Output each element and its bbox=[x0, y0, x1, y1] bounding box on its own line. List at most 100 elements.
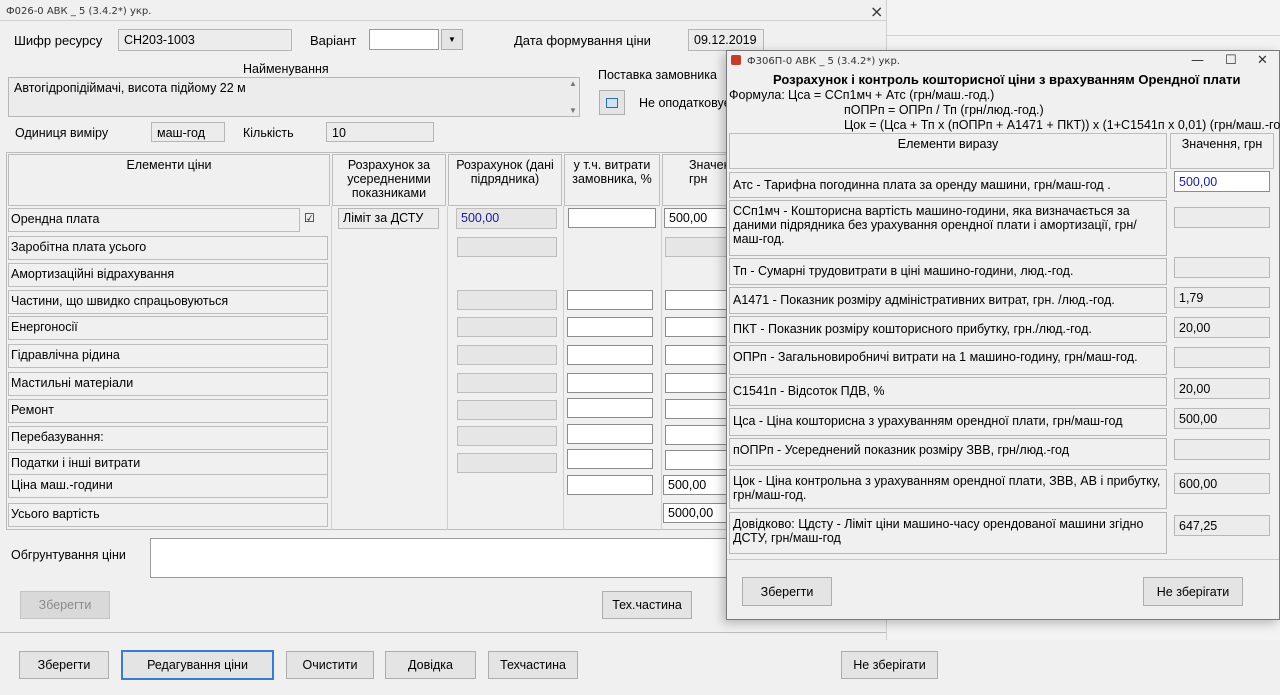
ssp1mch-value-field[interactable] bbox=[1174, 207, 1270, 228]
background-window-field bbox=[887, 18, 1280, 36]
dialog-row-pkt: ПКТ - Показник розміру кошторисного приб… bbox=[729, 316, 1167, 343]
col-divider-3 bbox=[563, 206, 564, 530]
toolbar-tech-part-button[interactable]: Техчастина bbox=[488, 651, 578, 679]
tp-value-field[interactable] bbox=[1174, 257, 1270, 278]
dialog-row-tsa: Цса - Ціна кошторисна з урахуванням орен… bbox=[729, 408, 1167, 436]
app-logo-icon bbox=[731, 55, 741, 65]
wages-contractor-cell[interactable] bbox=[457, 237, 557, 257]
relocation-value-cell[interactable] bbox=[665, 425, 727, 445]
toolbar-edit-price-button[interactable]: Редагування ціни bbox=[121, 650, 274, 680]
dialog-title: Ф306П-0 АВК _ 5 (3.4.2*) укр. bbox=[747, 56, 900, 67]
price-date-label: Дата формування ціни bbox=[514, 33, 651, 48]
chevron-down-icon: ▼ bbox=[448, 35, 456, 44]
oprp-value-field[interactable] bbox=[1174, 347, 1270, 368]
taxes-contractor-cell[interactable] bbox=[457, 453, 557, 473]
repair-contractor-cell[interactable] bbox=[457, 400, 557, 420]
textarea-scroll-down-icon[interactable]: ▼ bbox=[569, 106, 577, 115]
dialog-row-oprp: ОПРп - Загальновиробничі витрати на 1 ма… bbox=[729, 345, 1167, 375]
dialog-row-tsdstu: Довідково: Цдсту - Ліміт ціни машино-час… bbox=[729, 512, 1167, 554]
energy-customer-pct-cell[interactable] bbox=[567, 317, 653, 337]
relocation-customer-pct-cell[interactable] bbox=[567, 424, 653, 444]
row-label-hour-price: Ціна маш.-години bbox=[8, 474, 328, 498]
col-header-customer-pct: у т.ч. витрати замовника, % bbox=[564, 154, 660, 206]
row-label-rent: Орендна плата bbox=[8, 208, 300, 232]
dialog-not-save-button[interactable]: Не зберігати bbox=[1143, 577, 1243, 606]
tsdstu-value-field[interactable]: 647,25 bbox=[1174, 515, 1270, 536]
dialog-row-a1471: А1471 - Показник розміру адміністративни… bbox=[729, 287, 1167, 314]
taxes-value-cell[interactable] bbox=[665, 450, 727, 470]
dialog-save-button[interactable]: Зберегти bbox=[742, 577, 832, 606]
rent-avg-cell[interactable]: Ліміт за ДСТУ bbox=[338, 208, 439, 229]
pkt-value-field[interactable]: 20,00 bbox=[1174, 317, 1270, 338]
hydraulic-contractor-cell[interactable] bbox=[457, 345, 557, 365]
lubricants-value-cell[interactable] bbox=[665, 373, 727, 393]
toolbar-help-button[interactable]: Довідка bbox=[385, 651, 476, 679]
energy-value-cell[interactable] bbox=[665, 317, 727, 337]
row-label-taxes: Податки і інші витрати bbox=[8, 452, 328, 476]
maximize-icon[interactable]: ☐ bbox=[1225, 53, 1237, 68]
dialog-row-c1541p: С1541п - Відсоток ПДВ, % bbox=[729, 377, 1167, 406]
variant-select[interactable] bbox=[369, 29, 439, 50]
row-label-lubricants: Мастильні матеріали bbox=[8, 372, 328, 396]
main-close-icon[interactable]: × bbox=[870, 2, 883, 21]
hydraulic-customer-pct-cell[interactable] bbox=[567, 345, 653, 365]
rent-customer-pct-cell[interactable] bbox=[568, 208, 656, 228]
rent-value-cell[interactable]: 500,00 bbox=[664, 208, 730, 228]
rent-contractor-cell[interactable]: 500,00 bbox=[456, 208, 557, 229]
col-divider-1 bbox=[331, 206, 332, 530]
main-save-button[interactable]: Зберегти bbox=[20, 591, 110, 619]
row-label-wages: Заробітна плата усього bbox=[8, 236, 328, 260]
relocation-contractor-cell[interactable] bbox=[457, 426, 557, 446]
repair-customer-pct-cell[interactable] bbox=[567, 398, 653, 418]
customer-supply-toggle[interactable] bbox=[599, 90, 625, 115]
total-value-cell[interactable]: 5000,00 bbox=[663, 503, 727, 523]
minimize-icon[interactable]: — bbox=[1191, 53, 1204, 68]
wear-parts-value-cell[interactable] bbox=[665, 290, 727, 310]
a1471-value-field[interactable]: 1,79 bbox=[1174, 287, 1270, 308]
hydraulic-value-cell[interactable] bbox=[665, 345, 727, 365]
col-header-elements: Елементи ціни bbox=[8, 154, 330, 206]
energy-contractor-cell[interactable] bbox=[457, 317, 557, 337]
quantity-label: Кількість bbox=[243, 126, 294, 140]
poprp-value-field[interactable] bbox=[1174, 439, 1270, 460]
name-label: Найменування bbox=[243, 62, 329, 76]
tsok-value-field[interactable]: 600,00 bbox=[1174, 473, 1270, 494]
lubricants-customer-pct-cell[interactable] bbox=[567, 373, 653, 393]
resource-code-field[interactable]: СН203-1003 bbox=[118, 29, 292, 51]
wages-value-cell[interactable] bbox=[665, 237, 727, 257]
repair-value-cell[interactable] bbox=[665, 399, 727, 419]
wear-parts-customer-pct-cell[interactable] bbox=[567, 290, 653, 310]
c1541p-value-field[interactable]: 20,00 bbox=[1174, 378, 1270, 399]
dialog-bottom-separator bbox=[727, 559, 1279, 560]
tsa-value-field[interactable]: 500,00 bbox=[1174, 408, 1270, 429]
row-label-hydraulic: Гідравлічна рідина bbox=[8, 344, 328, 368]
lubricants-contractor-cell[interactable] bbox=[457, 373, 557, 393]
ats-value-field[interactable]: 500,00 bbox=[1174, 171, 1270, 192]
taxes-customer-pct-cell[interactable] bbox=[567, 449, 653, 469]
name-textarea[interactable]: Автогідропідіймачі, висота підйому 22 м bbox=[8, 77, 580, 117]
hour-price-customer-pct-cell[interactable] bbox=[567, 475, 653, 495]
dialog-col-value: Значення, грн bbox=[1170, 133, 1274, 169]
dialog-row-tp: Тп - Сумарні трудовитрати в ціні машино-… bbox=[729, 258, 1167, 285]
justification-textarea[interactable] bbox=[150, 538, 730, 578]
col-header-contractor: Розрахунок (дані підрядника) bbox=[448, 154, 562, 206]
hour-price-value-cell[interactable]: 500,00 bbox=[663, 475, 727, 495]
toolbar-not-save-button[interactable]: Не зберігати bbox=[841, 651, 938, 679]
quantity-field[interactable]: 10 bbox=[326, 122, 434, 142]
unit-field[interactable]: маш-год bbox=[151, 122, 225, 142]
col-divider-2 bbox=[447, 206, 448, 530]
toolbar-clear-button[interactable]: Очистити bbox=[286, 651, 374, 679]
resource-code-label: Шифр ресурсу bbox=[14, 33, 103, 48]
toolbar-save-button[interactable]: Зберегти bbox=[19, 651, 109, 679]
formula-line-2: пОПРп = ОПРп / Тп (грн/люд.-год.) bbox=[844, 103, 1044, 117]
dialog-close-icon[interactable]: ✕ bbox=[1257, 53, 1268, 68]
dialog-row-tsok: Цок - Ціна контрольна з урахуванням орен… bbox=[729, 469, 1167, 509]
row-label-relocation: Перебазування: bbox=[8, 426, 328, 450]
main-tech-part-button[interactable]: Тех.частина bbox=[602, 591, 692, 619]
variant-dropdown-button[interactable]: ▼ bbox=[441, 29, 463, 50]
rent-checkbox[interactable]: ☑ bbox=[304, 211, 315, 225]
textarea-scroll-up-icon[interactable]: ▲ bbox=[569, 79, 577, 88]
customer-supply-label: Поставка замовника bbox=[598, 68, 717, 82]
wear-parts-contractor-cell[interactable] bbox=[457, 290, 557, 310]
price-date-field[interactable]: 09.12.2019 bbox=[688, 29, 764, 51]
